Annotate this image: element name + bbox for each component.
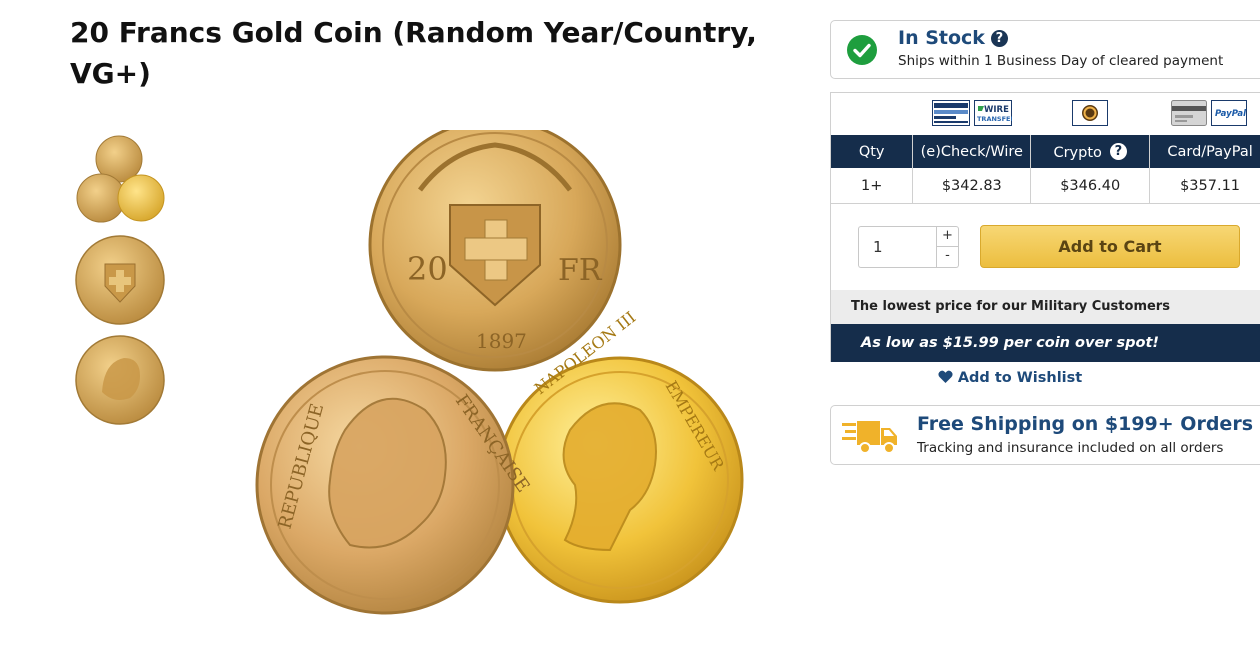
svg-text:TRANSFER: TRANSFER [977, 115, 1012, 123]
shipping-title: Free Shipping on $199+ Orders [917, 413, 1253, 435]
paypal-icon: PayPal [1211, 100, 1247, 126]
spot-price-banner: As low as $15.99 per coin over spot! [831, 324, 1260, 362]
rooster-coin: REPUBLIQUE FRANÇAISE [255, 355, 534, 615]
wire-transfer-icon: WIRE TRANSFER [974, 100, 1012, 126]
svg-text:PayPal: PayPal [1215, 109, 1247, 119]
svg-text:WIRE: WIRE [984, 105, 1009, 115]
thumbnail-gallery [72, 132, 168, 432]
stock-title-row: In Stock? [898, 27, 1008, 49]
row-qty: 1+ [831, 168, 914, 204]
truck-icon [842, 421, 897, 454]
swiss-coin-thumbnail[interactable] [72, 232, 168, 328]
echeck-icon [932, 100, 970, 126]
coin-year: 1897 [476, 329, 527, 353]
price-check-wire: $342.83 [912, 168, 1032, 204]
quantity-increment-button[interactable]: + [936, 226, 959, 247]
coin-denomination-left: 20 [407, 250, 448, 288]
question-icon[interactable]: ? [990, 30, 1008, 47]
price-panel: WIRE TRANSFER PayPal Qty (e)Check/Wire C… [830, 92, 1260, 362]
main-product-image: 20 FR 1897 NAPOLEON III EMPEREUR REPUBLI… [255, 130, 744, 615]
heart-icon [938, 370, 953, 383]
price-crypto: $346.40 [1030, 168, 1151, 204]
stock-title: In Stock [898, 27, 985, 49]
vreneli-coin-thumbnail[interactable] [72, 332, 168, 428]
stock-status-panel: In Stock? Ships within 1 Business Day of… [830, 20, 1260, 79]
quantity-decrement-button[interactable]: - [936, 247, 959, 268]
product-title: 20 Francs Gold Coin (Random Year/Country… [70, 16, 757, 90]
price-table: Qty (e)Check/Wire Crypto? Card/PayPal 1+… [831, 135, 1260, 204]
credit-card-icon [1171, 100, 1207, 126]
payment-icons: WIRE TRANSFER PayPal [831, 93, 1260, 135]
military-pricing-banner: The lowest price for our Military Custom… [831, 290, 1260, 324]
table-row: 1+ $342.83 $346.40 $357.11 [831, 168, 1260, 204]
quantity-input[interactable] [858, 226, 936, 268]
header-crypto: Crypto? [1030, 135, 1151, 168]
header-qty: Qty [831, 135, 914, 168]
add-to-wishlist-link[interactable]: Add to Wishlist [830, 370, 1190, 386]
shipping-subtitle: Tracking and insurance included on all o… [917, 440, 1224, 456]
three-coins-thumbnail[interactable] [72, 132, 168, 228]
wishlist-label: Add to Wishlist [957, 370, 1083, 386]
add-to-cart-button[interactable]: Add to Cart [980, 225, 1240, 268]
free-shipping-panel: Free Shipping on $199+ Orders Tracking a… [830, 405, 1260, 465]
question-icon[interactable]: ? [1109, 142, 1127, 160]
header-check-wire: (e)Check/Wire [912, 135, 1032, 168]
price-card-paypal: $357.11 [1149, 168, 1260, 204]
stock-subtitle: Ships within 1 Business Day of cleared p… [898, 53, 1224, 69]
price-table-header: Qty (e)Check/Wire Crypto? Card/PayPal [831, 135, 1260, 168]
spot-price-text: As low as $15.99 per coin over spot! [860, 335, 1159, 351]
swiss-coin: 20 FR 1897 [368, 130, 622, 372]
header-card-paypal: Card/PayPal [1149, 135, 1260, 168]
coin-denomination-right: FR [558, 253, 603, 288]
military-pricing-text: The lowest price for our Military Custom… [851, 299, 1170, 314]
checkmark-icon [847, 35, 877, 65]
crypto-icon [1072, 100, 1108, 126]
